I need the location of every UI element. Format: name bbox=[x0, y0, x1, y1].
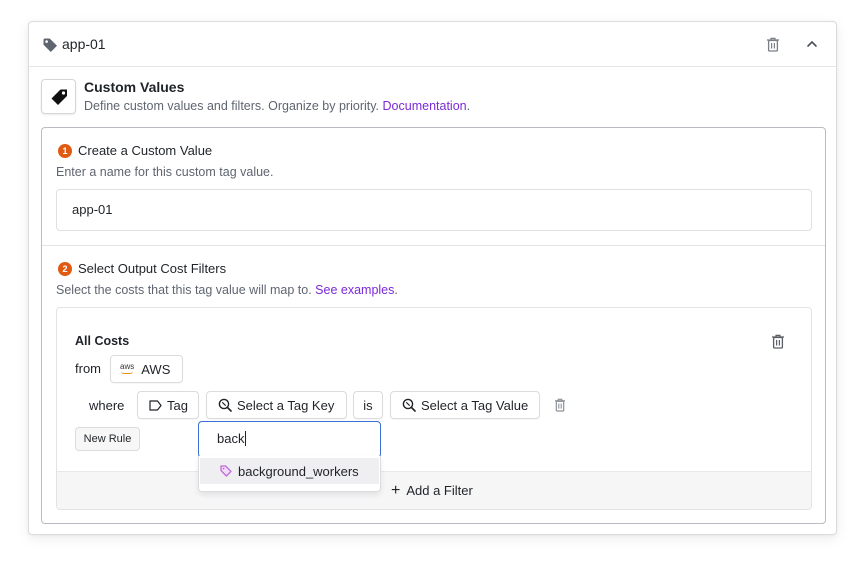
add-filter-label: Add a Filter bbox=[406, 483, 473, 498]
step-2-subtitle: Select the costs that this tag value wil… bbox=[56, 283, 398, 297]
custom-values-icon-box bbox=[41, 79, 76, 114]
step-2-badge: 2 bbox=[58, 262, 72, 276]
add-filter-button[interactable]: + Add a Filter bbox=[391, 482, 473, 499]
section-description: Define custom values and filters. Organi… bbox=[84, 99, 470, 113]
filter-heading: All Costs bbox=[75, 334, 130, 348]
price-tag-icon bbox=[51, 89, 67, 105]
step-1-badge: 1 bbox=[58, 144, 72, 158]
filter-footer: + Add a Filter bbox=[57, 471, 811, 509]
operator-label: is bbox=[363, 397, 373, 413]
tag-key-placeholder: Select a Tag Key bbox=[237, 397, 335, 413]
description-text: Define custom values and filters. Organi… bbox=[84, 99, 380, 113]
step-2-period: . bbox=[394, 283, 398, 297]
custom-value-card: app-01 Custom Values Define custom value… bbox=[28, 21, 837, 535]
description-period: . bbox=[466, 99, 471, 113]
provider-select[interactable]: aws AWS bbox=[110, 355, 183, 383]
trash-icon[interactable] bbox=[766, 37, 780, 52]
see-examples-link[interactable]: See examples bbox=[315, 283, 394, 297]
where-label: where bbox=[89, 398, 125, 413]
card-title: app-01 bbox=[62, 36, 106, 52]
trash-icon[interactable] bbox=[554, 398, 566, 412]
tag-search-icon bbox=[218, 398, 232, 412]
chevron-up-icon[interactable] bbox=[806, 39, 818, 49]
filter-box: All Costs from aws AWS where Tag Select … bbox=[56, 307, 812, 510]
provider-label: AWS bbox=[141, 361, 171, 377]
tag-value-placeholder: Select a Tag Value bbox=[421, 397, 529, 413]
dropdown-option[interactable]: background_workers bbox=[200, 458, 379, 484]
option-label: background_workers bbox=[238, 463, 359, 479]
operator-select[interactable]: is bbox=[353, 391, 383, 419]
tag-key-select[interactable]: Select a Tag Key bbox=[206, 391, 347, 419]
text-caret bbox=[245, 431, 247, 446]
card-header[interactable]: app-01 bbox=[29, 22, 836, 67]
new-rule-button[interactable]: New Rule bbox=[75, 427, 140, 451]
search-text: back bbox=[217, 431, 245, 446]
custom-value-name-input[interactable]: app-01 bbox=[56, 189, 812, 231]
tag-key-dropdown: background_workers bbox=[198, 456, 381, 492]
tag-icon bbox=[220, 465, 232, 477]
step-1-title: Create a Custom Value bbox=[78, 143, 213, 158]
custom-value-form: 1 Create a Custom Value Enter a name for… bbox=[41, 127, 826, 524]
tag-search-icon bbox=[402, 398, 416, 412]
tag-icon bbox=[43, 38, 57, 52]
tag-value-select[interactable]: Select a Tag Value bbox=[390, 391, 540, 419]
section-title: Custom Values bbox=[84, 79, 185, 95]
step-2-subtitle-text: Select the costs that this tag value wil… bbox=[56, 283, 312, 297]
section-divider bbox=[42, 245, 825, 246]
tag-type-select[interactable]: Tag bbox=[137, 391, 199, 419]
tag-outline-icon bbox=[149, 399, 162, 411]
trash-icon[interactable] bbox=[771, 334, 785, 349]
plus-icon: + bbox=[391, 482, 401, 499]
from-label: from bbox=[75, 361, 101, 376]
tag-type-label: Tag bbox=[167, 397, 188, 413]
aws-logo: aws bbox=[120, 362, 135, 374]
step-1-subtitle: Enter a name for this custom tag value. bbox=[56, 165, 274, 179]
tag-key-search-input[interactable]: back bbox=[198, 421, 381, 458]
step-2-title: Select Output Cost Filters bbox=[78, 261, 227, 276]
documentation-link[interactable]: Documentation bbox=[383, 99, 467, 113]
